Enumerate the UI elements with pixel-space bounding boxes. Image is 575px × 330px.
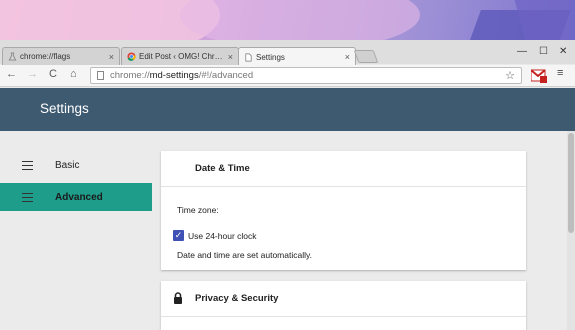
minimize-icon[interactable]: —	[517, 46, 527, 57]
close-window-icon[interactable]: ✕	[559, 46, 567, 57]
sidebar-item-label: Advanced	[55, 191, 103, 203]
tab-edit-post[interactable]: Edit Post ‹ OMG! Chrome ×	[121, 47, 239, 65]
scrollbar-thumb[interactable]	[568, 133, 574, 233]
tab-close-icon[interactable]: ×	[109, 52, 114, 62]
page-title: Settings	[40, 101, 89, 116]
url-host: md-settings	[149, 70, 199, 81]
chrome-menu-icon[interactable]: ≡	[557, 67, 563, 79]
back-icon[interactable]: ←	[6, 68, 17, 80]
forward-icon[interactable]: →	[27, 68, 38, 80]
url-path: /#!/advanced	[198, 70, 254, 81]
timezone-label[interactable]: Time zone:	[177, 205, 219, 215]
chrome-icon	[127, 52, 136, 61]
bookmark-star-icon[interactable]: ☆	[505, 69, 515, 82]
tab-title: chrome://flags	[20, 52, 71, 61]
section-title: Date & Time	[195, 163, 250, 174]
sidebar-item-advanced[interactable]: Advanced	[0, 183, 152, 211]
sidebar-item-label: Basic	[55, 159, 80, 171]
menu-icon	[22, 160, 33, 170]
maximize-icon[interactable]: ☐	[539, 46, 548, 57]
section-header[interactable]: Privacy & Security	[161, 281, 526, 317]
flask-icon	[8, 52, 17, 61]
tab-close-icon[interactable]: ×	[228, 52, 233, 62]
use-24h-checkbox[interactable]: ✓	[173, 230, 184, 241]
tab-close-icon[interactable]: ×	[345, 52, 350, 62]
url-scheme: chrome://	[110, 70, 150, 81]
lock-icon	[174, 292, 182, 304]
gmail-extension-icon[interactable]	[531, 69, 547, 83]
auto-time-note: Date and time are set automatically.	[177, 250, 312, 260]
menu-icon	[22, 192, 33, 202]
tab-title: Settings	[256, 52, 285, 62]
use-24h-label[interactable]: Use 24-hour clock	[188, 231, 257, 241]
tab-settings[interactable]: Settings ×	[238, 47, 356, 66]
section-title: Privacy & Security	[195, 293, 279, 304]
tab-title: Edit Post ‹ OMG! Chrome	[139, 52, 225, 61]
page-icon	[97, 71, 104, 80]
privacy-section: Privacy & Security	[161, 281, 526, 330]
home-icon[interactable]: ⌂	[70, 68, 77, 80]
tab-flags[interactable]: chrome://flags ×	[2, 47, 120, 65]
address-bar[interactable]: chrome:// md-settings /#!/advanced ☆	[90, 67, 522, 84]
document-icon	[245, 53, 252, 61]
sidebar-item-basic[interactable]: Basic	[0, 151, 152, 179]
section-header: Date & Time	[161, 151, 526, 187]
reload-icon[interactable]: C	[49, 68, 57, 80]
new-tab-button[interactable]	[353, 50, 379, 63]
datetime-section: Date & Time Time zone: ✓ Use 24-hour clo…	[161, 151, 526, 270]
